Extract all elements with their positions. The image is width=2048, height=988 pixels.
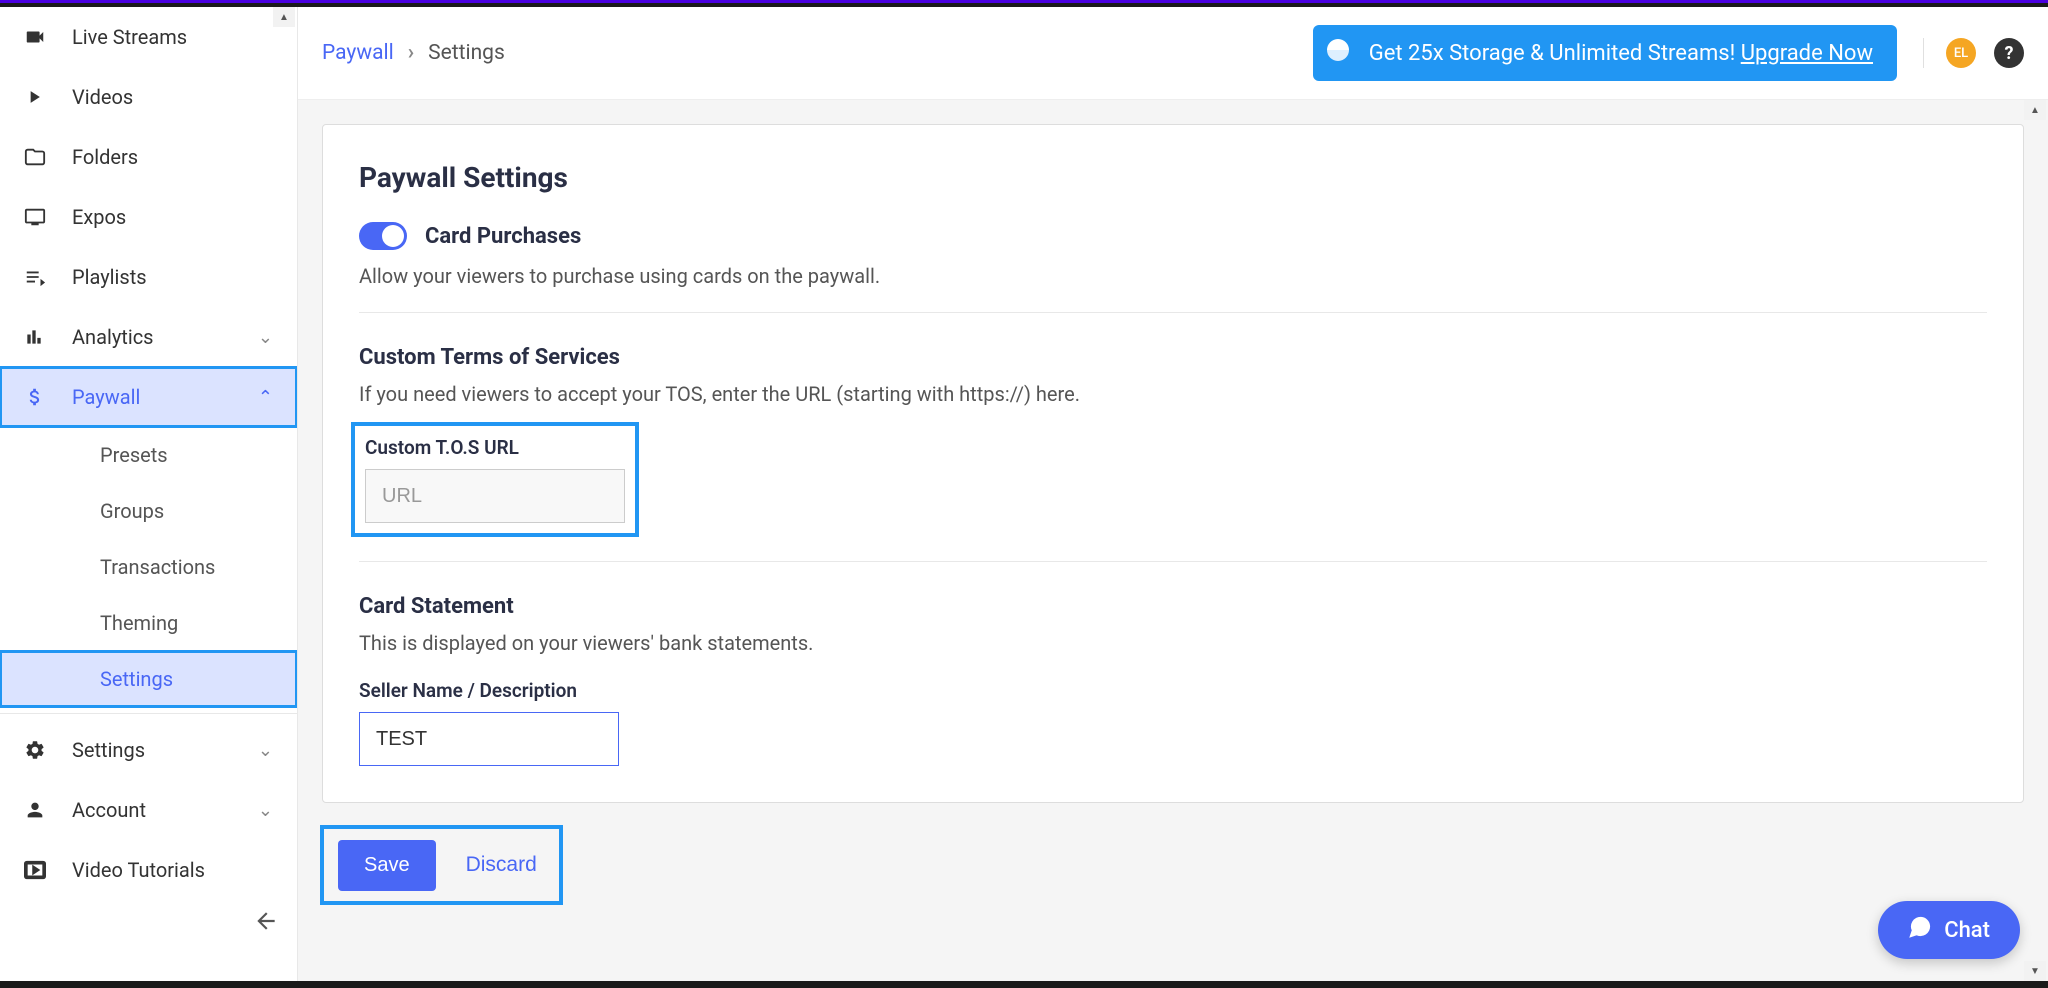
seller-name-field-group: Seller Name / Description	[359, 679, 1987, 766]
discard-button[interactable]: Discard	[458, 839, 545, 891]
card-purchases-desc: Allow your viewers to purchase using car…	[359, 264, 1987, 288]
card-purchases-label: Card Purchases	[425, 224, 581, 249]
tos-url-input[interactable]	[365, 469, 625, 523]
chat-label: Chat	[1944, 918, 1990, 943]
main-area: Paywall › Settings Get 25x Storage & Unl…	[298, 7, 2048, 981]
tos-title: Custom Terms of Services	[359, 345, 1987, 370]
sidebar-item-expos[interactable]: Expos	[0, 187, 297, 247]
sidebar-subitem-theming[interactable]: Theming	[0, 595, 297, 651]
seller-name-label: Seller Name / Description	[359, 679, 1987, 702]
chevron-down-icon: ⌄	[258, 740, 273, 761]
window-bottom-bar	[0, 981, 2048, 988]
sidebar-label: Settings	[72, 738, 145, 762]
sidebar-label: Folders	[72, 145, 138, 169]
sidebar-item-playlists[interactable]: Playlists	[0, 247, 297, 307]
breadcrumb-current: Settings	[428, 41, 505, 65]
window-top-bar	[0, 0, 2048, 7]
card-statement-title: Card Statement	[359, 594, 1987, 619]
main-content: Paywall Settings Card Purchases Allow yo…	[298, 100, 2048, 981]
scroll-up-icon[interactable]: ▲	[2024, 100, 2046, 120]
sidebar-subitem-groups[interactable]: Groups	[0, 483, 297, 539]
action-bar: Save Discard	[322, 827, 561, 903]
sidebar-label: Paywall	[72, 385, 140, 409]
divider	[359, 312, 1987, 313]
chevron-up-icon: ⌃	[258, 387, 273, 408]
folder-icon	[24, 145, 56, 169]
sidebar-subitem-settings[interactable]: Settings	[0, 651, 297, 707]
sidebar-item-settings[interactable]: Settings ⌄	[0, 720, 297, 780]
dollar-icon	[24, 385, 56, 409]
save-button[interactable]: Save	[338, 840, 436, 891]
card-purchases-toggle[interactable]	[359, 222, 407, 250]
sidebar-item-videos[interactable]: Videos	[0, 67, 297, 127]
card-statement-desc: This is displayed on your viewers' bank …	[359, 631, 1987, 655]
help-icon[interactable]: ?	[1994, 38, 2024, 68]
videocamera-icon	[24, 25, 56, 49]
sidebar: ▲ Live Streams Videos	[0, 7, 298, 981]
sidebar-collapse-button[interactable]	[0, 900, 297, 934]
sidebar-item-livestreams[interactable]: Live Streams	[0, 7, 297, 67]
sidebar-item-analytics[interactable]: Analytics ⌄	[0, 307, 297, 367]
sidebar-subitem-transactions[interactable]: Transactions	[0, 539, 297, 595]
dacast-logo-icon	[1323, 35, 1353, 71]
promo-text: Get 25x Storage & Unlimited Streams! Upg…	[1369, 41, 1873, 66]
play-icon	[24, 85, 56, 109]
chat-icon	[1908, 915, 1932, 945]
person-icon	[24, 798, 56, 822]
sidebar-label: Expos	[72, 205, 126, 229]
tos-desc: If you need viewers to accept your TOS, …	[359, 382, 1987, 406]
divider	[359, 561, 1987, 562]
upgrade-link[interactable]: Upgrade Now	[1741, 41, 1873, 66]
sidebar-label: Playlists	[72, 265, 147, 289]
video-tutorials-icon	[24, 858, 56, 882]
sidebar-subitem-presets[interactable]: Presets	[0, 427, 297, 483]
content-scrollbar[interactable]: ▲ ▼	[2024, 100, 2046, 981]
playlist-icon	[24, 265, 56, 289]
sidebar-label: Analytics	[72, 325, 154, 349]
bar-chart-icon	[24, 325, 56, 349]
promo-banner[interactable]: Get 25x Storage & Unlimited Streams! Upg…	[1313, 25, 1897, 81]
main-header: Paywall › Settings Get 25x Storage & Unl…	[298, 7, 2048, 100]
header-actions: EL ?	[1923, 38, 2024, 68]
sidebar-label: Live Streams	[72, 25, 187, 49]
arrow-left-icon	[253, 908, 279, 934]
paywall-submenu: Presets Groups Transactions Theming Sett…	[0, 427, 297, 707]
tos-url-field-group: Custom T.O.S URL	[359, 430, 631, 529]
sidebar-label: Videos	[72, 85, 133, 109]
sidebar-label: Account	[72, 798, 146, 822]
chevron-down-icon: ⌄	[258, 327, 273, 348]
settings-card: Paywall Settings Card Purchases Allow yo…	[322, 124, 2024, 803]
sidebar-item-tutorials[interactable]: Video Tutorials	[0, 840, 297, 900]
sidebar-item-folders[interactable]: Folders	[0, 127, 297, 187]
sidebar-item-account[interactable]: Account ⌄	[0, 780, 297, 840]
sidebar-label: Video Tutorials	[72, 858, 205, 882]
breadcrumb-paywall[interactable]: Paywall	[322, 41, 394, 65]
user-avatar[interactable]: EL	[1946, 38, 1976, 68]
card-purchases-row: Card Purchases	[359, 222, 1987, 250]
chevron-right-icon: ›	[408, 41, 414, 65]
gear-icon	[24, 738, 56, 762]
monitor-icon	[24, 205, 56, 229]
scroll-down-icon[interactable]: ▼	[2024, 961, 2046, 981]
chevron-down-icon: ⌄	[258, 800, 273, 821]
divider	[0, 713, 297, 714]
page-title: Paywall Settings	[359, 161, 1987, 194]
sidebar-item-paywall[interactable]: Paywall ⌃	[0, 367, 297, 427]
seller-name-input[interactable]	[359, 712, 619, 766]
chat-widget[interactable]: Chat	[1878, 901, 2020, 959]
breadcrumb: Paywall › Settings	[322, 41, 505, 65]
tos-url-label: Custom T.O.S URL	[365, 436, 625, 459]
